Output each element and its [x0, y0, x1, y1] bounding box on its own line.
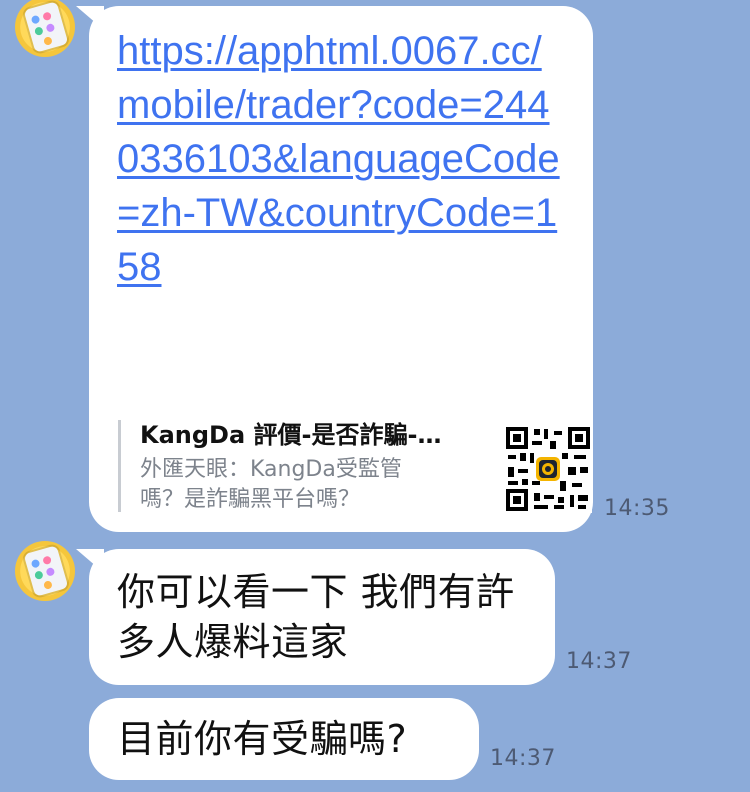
phone-app-icon: [23, 545, 69, 597]
preview-description: 外匯天眼：KangDa受監管嗎？是詐騙黑平台嗎？: [140, 457, 402, 512]
message-time: 14:37: [490, 746, 556, 771]
phone-app-icon: [23, 1, 69, 53]
qr-code-icon: [504, 425, 592, 513]
text-message-bubble[interactable]: 你可以看一下 我們有許多人爆料這家: [89, 549, 555, 685]
message-time: 14:35: [604, 496, 670, 521]
contact-avatar[interactable]: [15, 541, 75, 601]
message-link[interactable]: https://apphtml.0067.cc/mobile/trader?co…: [117, 24, 567, 294]
message-text: 目前你有受騙嗎?: [117, 717, 408, 761]
message-time: 14:37: [566, 649, 632, 674]
preview-title: KangDa 評價-是否詐騙-外匯天眼: [140, 421, 450, 449]
preview-accent-bar: [118, 420, 121, 512]
message-text: 你可以看一下 我們有許多人爆料這家: [117, 570, 515, 664]
link-preview-card[interactable]: KangDa 評價-是否詐騙-外匯天眼 外匯天眼：KangDa受監管嗎？是詐騙黑…: [118, 419, 592, 515]
link-message-bubble[interactable]: https://apphtml.0067.cc/mobile/trader?co…: [89, 6, 593, 532]
text-message-bubble[interactable]: 目前你有受騙嗎?: [89, 698, 479, 780]
chat-screen: https://apphtml.0067.cc/mobile/trader?co…: [0, 0, 750, 792]
